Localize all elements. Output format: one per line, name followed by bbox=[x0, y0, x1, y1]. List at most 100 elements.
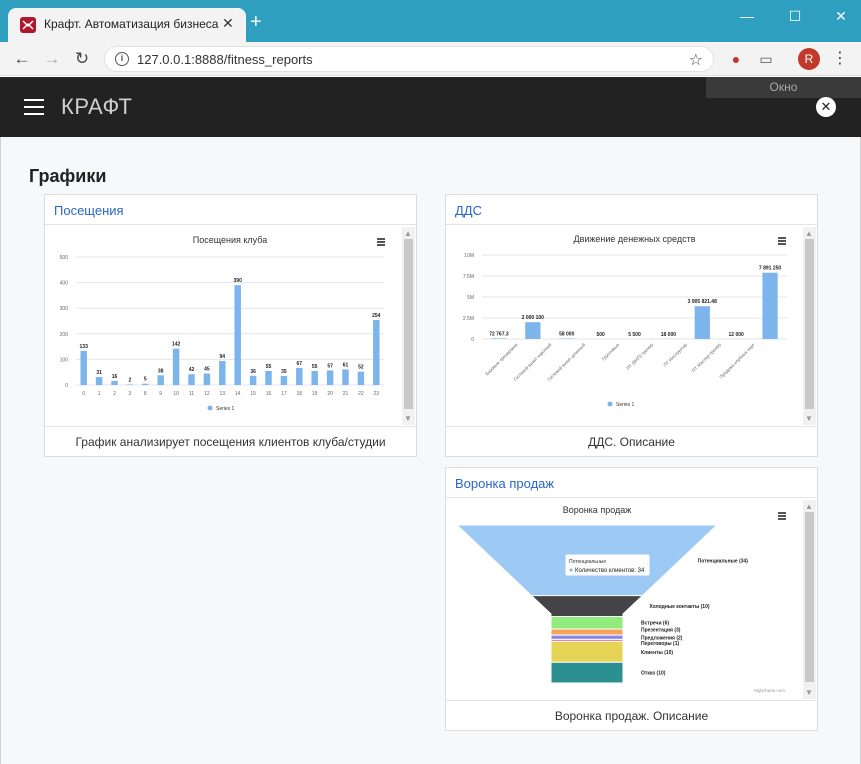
bar bbox=[326, 370, 334, 385]
x-tick-label: 0 bbox=[82, 391, 85, 397]
data-label: 3 905 821.48 bbox=[688, 299, 717, 305]
x-tick-label: ПТ Инструктор bbox=[663, 342, 689, 368]
funnel-segment bbox=[550, 661, 624, 684]
cast-icon[interactable]: ▭ bbox=[756, 49, 776, 69]
data-label: 67 bbox=[297, 361, 303, 367]
card-header: Посещения bbox=[45, 195, 416, 225]
back-arrow-icon[interactable]: ← bbox=[11, 48, 33, 70]
tooltip-title: Потенциальные bbox=[569, 559, 606, 565]
dds-scrollbar[interactable]: ▲ ▼ bbox=[803, 227, 816, 425]
minimize-icon[interactable]: — bbox=[732, 6, 762, 26]
visits-card-description: График анализирует посещения клиентов кл… bbox=[45, 426, 416, 456]
new-tab-icon[interactable]: + bbox=[250, 12, 262, 32]
tab-close-icon[interactable]: ✕ bbox=[222, 15, 234, 32]
visits-card-title[interactable]: Посещения bbox=[54, 203, 124, 218]
data-label: 2 000 100 bbox=[522, 315, 544, 321]
app-brand[interactable]: КРАФТ bbox=[61, 94, 132, 120]
address-bar[interactable]: i 127.0.0.1:8888/fitness_reports ☆ bbox=[104, 46, 714, 72]
url-text[interactable]: 127.0.0.1:8888/fitness_reports bbox=[137, 52, 313, 67]
browser-menu-icon[interactable]: ⋮ bbox=[832, 48, 848, 70]
x-tick-label: 19 bbox=[312, 391, 318, 397]
browser-toolbar: ← → ↻ i 127.0.0.1:8888/fitness_reports ☆… bbox=[0, 42, 861, 76]
bookmark-star-icon[interactable]: ☆ bbox=[689, 50, 703, 70]
extension-icon[interactable]: ● bbox=[726, 49, 746, 69]
y-tick-label: 10M bbox=[464, 253, 474, 259]
forward-arrow-icon[interactable]: → bbox=[41, 48, 63, 70]
x-tick-label: 3 bbox=[129, 391, 132, 397]
card-header: ДДС bbox=[446, 195, 817, 225]
x-tick-label: 1 bbox=[98, 391, 101, 397]
x-tick-label: 18 bbox=[297, 391, 303, 397]
page-title: Графики bbox=[29, 166, 107, 186]
visits-chart-frame: Посещения клуба 0 100 200 300 400 500 133 0 31 1 16… bbox=[46, 227, 402, 425]
x-tick-label: Групповые bbox=[601, 342, 621, 362]
legend-label: Series 1 bbox=[616, 402, 635, 408]
close-icon[interactable]: ✕ bbox=[816, 97, 836, 117]
dds-card: ДДС Движение денежных средств 0 2.5M 5M 7.5M… bbox=[445, 194, 818, 457]
data-label: 142 bbox=[172, 342, 181, 348]
profile-avatar[interactable]: R bbox=[798, 48, 820, 70]
funnel-label: Переговоры (1) bbox=[641, 641, 680, 647]
funnel-card-description: Воронка продаж. Описание bbox=[446, 700, 817, 730]
funnel-label: Отказ (10) bbox=[641, 671, 666, 677]
data-label: 55 bbox=[266, 364, 272, 370]
bar bbox=[219, 360, 226, 385]
data-label: 31 bbox=[96, 370, 102, 376]
tooltip-marker bbox=[569, 568, 573, 572]
bar bbox=[80, 350, 87, 385]
y-tick-label: 0 bbox=[471, 337, 474, 343]
data-label: 2 bbox=[129, 377, 132, 383]
dds-card-description: ДДС. Описание bbox=[446, 426, 817, 456]
y-tick-label: 2.5M bbox=[463, 316, 474, 322]
bar bbox=[357, 371, 365, 385]
chart-menu-icon[interactable] bbox=[778, 237, 786, 246]
reload-icon[interactable]: ↻ bbox=[71, 48, 93, 70]
maximize-icon[interactable]: ☐ bbox=[780, 6, 810, 26]
chart-menu-icon[interactable] bbox=[377, 238, 385, 247]
dds-chart-frame: Движение денежных средств 0 2.5M 5M 7.5M 10M 7… bbox=[447, 227, 803, 425]
bar bbox=[491, 338, 507, 339]
funnel-label: Презентация (3) bbox=[641, 628, 681, 634]
bar bbox=[762, 272, 778, 339]
data-label: 133 bbox=[80, 344, 89, 350]
data-label: 72 767.3 bbox=[489, 331, 509, 337]
bar bbox=[280, 376, 288, 385]
x-tick-label: 17 bbox=[281, 391, 287, 397]
data-label: 61 bbox=[343, 362, 349, 368]
funnel-label: Холодные контакты (10) bbox=[649, 604, 710, 610]
window-close-icon[interactable]: ✕ bbox=[826, 6, 856, 26]
funnel-chart: Воронка продаж Потенциальные (34) Холодные… bbox=[455, 505, 785, 693]
funnel-segment bbox=[550, 640, 624, 663]
funnel-scrollbar[interactable]: ▲ ▼ bbox=[803, 500, 816, 699]
data-label: 45 bbox=[204, 366, 210, 372]
x-tick-label: ПТ (ВИП) тренер bbox=[626, 342, 655, 371]
chart-menu-icon[interactable] bbox=[778, 512, 786, 521]
data-label: 18 000 bbox=[661, 332, 677, 338]
bar bbox=[172, 348, 180, 385]
legend-marker bbox=[607, 401, 613, 407]
y-tick-label: 0 bbox=[65, 383, 68, 389]
x-tick-label: Гостевой визит короткий bbox=[512, 341, 553, 382]
funnel-segment bbox=[550, 634, 624, 640]
hamburger-menu-icon[interactable] bbox=[24, 99, 44, 115]
site-info-icon[interactable]: i bbox=[115, 52, 129, 66]
visits-card: Посещения Посещения клуба 0 100 200 300 400 50… bbox=[44, 194, 417, 457]
visits-scrollbar[interactable]: ▲ ▼ bbox=[402, 227, 415, 425]
data-label: 94 bbox=[220, 354, 226, 360]
dds-card-title[interactable]: ДДС bbox=[455, 203, 482, 218]
x-tick-label: Базовые тренировки bbox=[484, 342, 518, 376]
browser-tab[interactable]: Крафт. Автоматизация бизнеса ✕ bbox=[8, 8, 246, 42]
y-tick-label: 7.5M bbox=[463, 274, 474, 280]
x-tick-label: 9 bbox=[159, 391, 162, 397]
funnel-label: Клиенты (10) bbox=[641, 650, 673, 656]
funnel-card-title[interactable]: Воронка продаж bbox=[455, 476, 554, 491]
tab-title: Крафт. Автоматизация бизнеса bbox=[44, 17, 219, 31]
x-tick-label: 20 bbox=[327, 391, 333, 397]
window-label[interactable]: Окно bbox=[706, 77, 861, 98]
bar bbox=[157, 375, 164, 385]
bar bbox=[296, 367, 303, 385]
bar bbox=[188, 374, 195, 385]
bar bbox=[203, 373, 211, 385]
data-label: 254 bbox=[372, 313, 381, 319]
bar bbox=[249, 375, 257, 385]
